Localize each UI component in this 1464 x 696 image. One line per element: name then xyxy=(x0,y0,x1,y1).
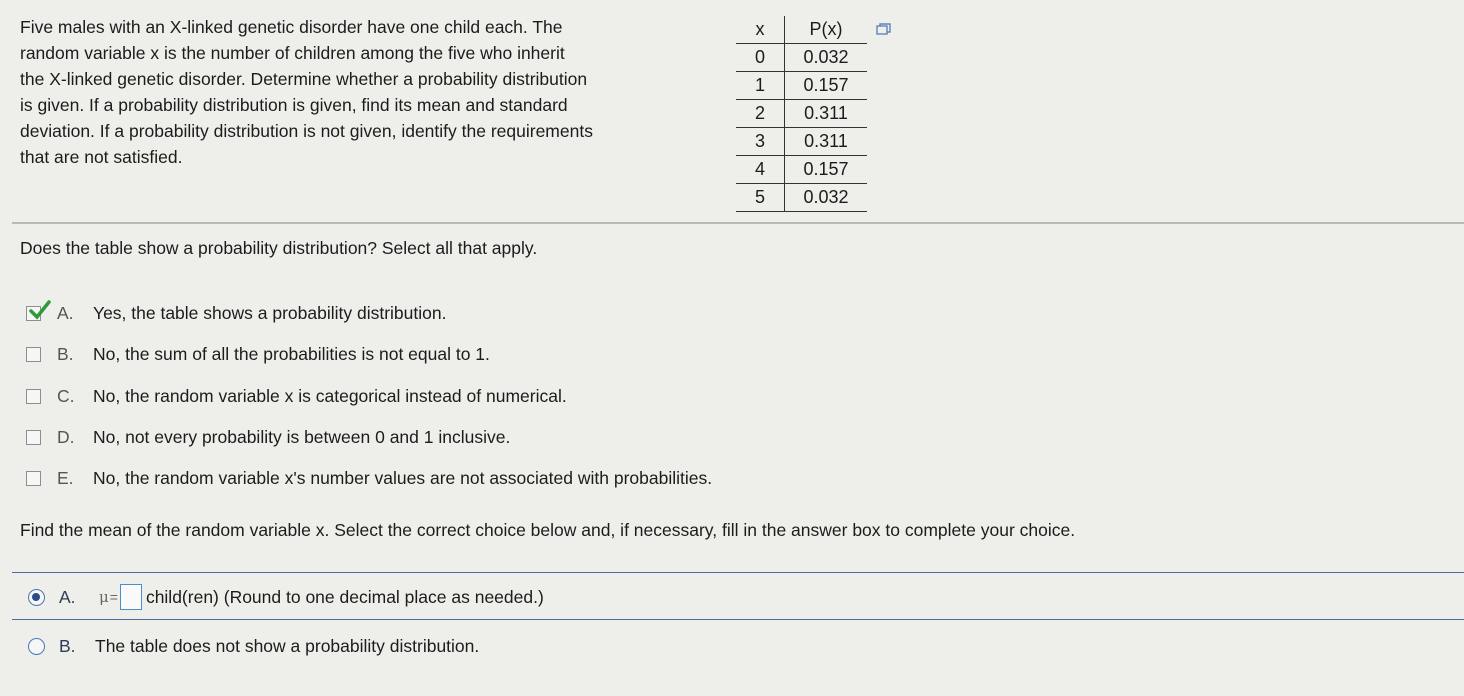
question-2-prompt: Find the mean of the random variable x. … xyxy=(20,520,1076,540)
option-letter: D. xyxy=(57,426,75,447)
table-row: 1 0.157 xyxy=(736,71,867,100)
option-a-row[interactable]: A. Yes, the table shows a probability di… xyxy=(26,299,447,325)
section-divider xyxy=(12,222,1464,224)
choice-b-text: The table does not show a probability di… xyxy=(95,635,480,656)
choice-b-row[interactable]: B. The table does not show a probability… xyxy=(28,633,479,659)
radio-b[interactable] xyxy=(28,637,45,655)
option-c-row[interactable]: C. No, the random variable x is categori… xyxy=(26,384,567,408)
cell-px: 0.032 xyxy=(784,43,867,72)
table-row: 0 0.032 xyxy=(736,43,867,72)
option-letter: A. xyxy=(57,302,74,323)
cell-x: 1 xyxy=(736,71,785,100)
checkbox-d[interactable] xyxy=(26,429,41,445)
table-row: 4 0.157 xyxy=(736,155,867,184)
checkbox-a[interactable] xyxy=(26,299,51,321)
mu-symbol: μ xyxy=(99,588,109,606)
checkbox-b[interactable] xyxy=(26,346,41,362)
problem-line: is given. If a probability distribution … xyxy=(20,95,568,115)
option-b-row[interactable]: B. No, the sum of all the probabilities … xyxy=(26,342,490,366)
table-header-row: x P(x) xyxy=(736,16,867,44)
problem-line: Five males with an X-linked genetic diso… xyxy=(20,17,563,37)
choice-letter: B. xyxy=(59,635,76,656)
column-header-px: P(x) xyxy=(784,16,867,44)
checkbox-c[interactable] xyxy=(26,388,41,404)
radio-a[interactable] xyxy=(28,588,45,606)
problem-line: that are not satisfied. xyxy=(20,147,183,167)
problem-line: random variable x is the number of child… xyxy=(20,43,565,63)
probability-table: x P(x) 0 0.032 1 0.157 2 0.311 3 0.311 4… xyxy=(736,16,867,212)
cell-px: 0.311 xyxy=(784,127,867,156)
cell-x: 4 xyxy=(736,155,785,184)
mean-answer-input[interactable] xyxy=(119,584,142,610)
choice-a-row[interactable]: A. μ = child(ren) (Round to one decimal … xyxy=(28,584,544,610)
copy-icon[interactable] xyxy=(876,22,892,38)
cell-px: 0.157 xyxy=(784,155,867,184)
cell-x: 0 xyxy=(736,43,785,72)
option-letter: B. xyxy=(57,343,74,364)
cell-x: 2 xyxy=(736,99,785,128)
option-d-row[interactable]: D. No, not every probability is between … xyxy=(26,425,510,449)
choice-letter: A. xyxy=(59,586,76,607)
option-text: No, the random variable x's number value… xyxy=(93,467,713,488)
problem-line: the X-linked genetic disorder. Determine… xyxy=(20,69,588,89)
option-letter: C. xyxy=(57,385,75,406)
column-header-x: x xyxy=(736,16,785,44)
option-letter: E. xyxy=(57,467,74,488)
cell-px: 0.032 xyxy=(784,183,867,212)
table-row: 2 0.311 xyxy=(736,99,867,128)
cell-px: 0.311 xyxy=(784,99,867,128)
cell-px: 0.157 xyxy=(784,71,867,100)
question-1-prompt: Does the table show a probability distri… xyxy=(20,238,538,258)
option-text: Yes, the table shows a probability distr… xyxy=(93,302,447,323)
table-row: 5 0.032 xyxy=(736,183,867,212)
option-text: No, the sum of all the probabilities is … xyxy=(93,343,490,364)
equals-sign: = xyxy=(109,589,118,605)
checkbox-e[interactable] xyxy=(26,470,41,486)
problem-statement: Five males with an X-linked genetic diso… xyxy=(20,14,730,170)
option-text: No, the random variable x is categorical… xyxy=(93,385,567,406)
option-e-row[interactable]: E. No, the random variable x's number va… xyxy=(26,466,712,490)
problem-line: deviation. If a probability distribution… xyxy=(20,121,593,141)
option-text: No, not every probability is between 0 a… xyxy=(93,426,511,447)
cell-x: 5 xyxy=(736,183,785,212)
checkmark-icon xyxy=(29,299,51,320)
choice-a-suffix: child(ren) (Round to one decimal place a… xyxy=(145,586,544,607)
table-row: 3 0.311 xyxy=(736,127,867,156)
cell-x: 3 xyxy=(736,127,785,156)
